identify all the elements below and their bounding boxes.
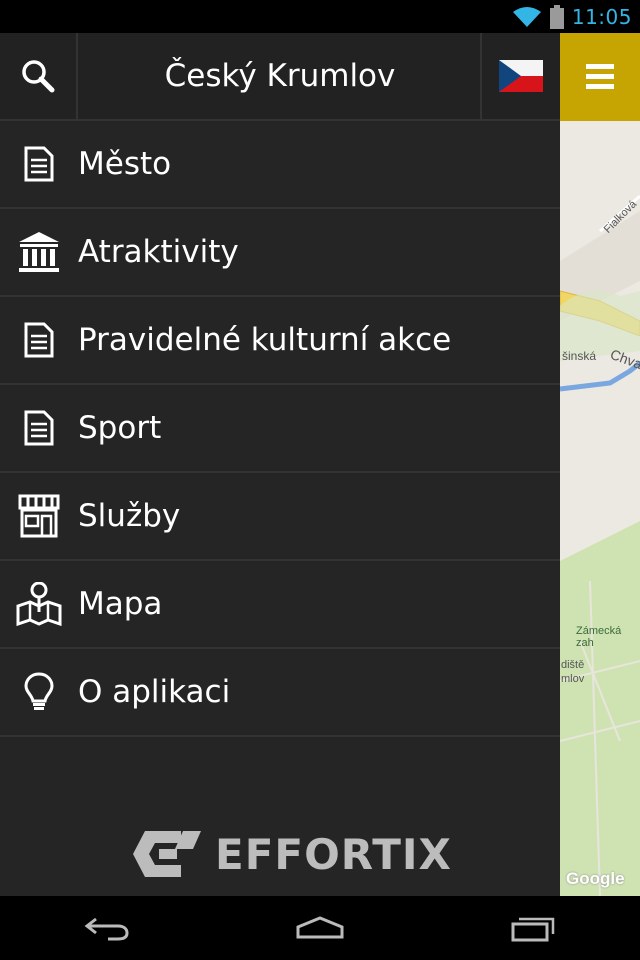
recent-apps-icon — [511, 917, 555, 942]
menu-item-kulturni-akce[interactable]: Pravidelné kulturní akce — [0, 297, 560, 385]
brand-name: EFFORTIX — [215, 829, 452, 879]
effortix-logo-icon — [133, 831, 201, 877]
system-nav-bar — [0, 896, 640, 960]
menu-item-label: Pravidelné kulturní akce — [78, 322, 452, 358]
brand-logo: EFFORTIX — [133, 829, 452, 879]
status-bar: 11:05 — [0, 0, 640, 33]
search-button[interactable] — [0, 33, 78, 119]
recent-apps-button[interactable] — [483, 896, 583, 960]
museum-icon — [0, 209, 78, 295]
map-label: Zámecká zah — [576, 625, 622, 649]
back-icon — [84, 917, 129, 941]
czech-flag-icon — [499, 60, 543, 92]
back-button[interactable] — [57, 896, 157, 960]
home-icon — [296, 916, 344, 939]
clock: 11:05 — [571, 4, 632, 29]
menu-item-sluzby[interactable]: Služby — [0, 473, 560, 561]
search-icon — [22, 60, 55, 93]
hamburger-menu-button[interactable] — [560, 33, 640, 121]
drawer-header: Český Krumlov — [0, 33, 560, 121]
menu-item-o-aplikaci[interactable]: O aplikaci — [0, 649, 560, 737]
menu-item-label: Sport — [78, 410, 162, 446]
map-label: šinská — [562, 349, 597, 363]
menu-item-sport[interactable]: Sport — [0, 385, 560, 473]
map-label: mlov — [561, 673, 585, 685]
wifi-icon — [512, 6, 541, 27]
lightbulb-icon — [0, 649, 78, 735]
language-button[interactable] — [480, 33, 560, 119]
menu-item-label: Služby — [78, 498, 181, 534]
navigation-drawer: Český Krumlov Město Atraktivity Pravidel… — [0, 33, 560, 896]
document-icon — [0, 297, 78, 383]
page-title: Český Krumlov — [164, 58, 396, 94]
menu-item-mesto[interactable]: Město — [0, 121, 560, 209]
menu-list: Město Atraktivity Pravidelné kulturní ak… — [0, 121, 560, 737]
menu-item-label: Město — [78, 146, 172, 182]
menu-item-label: O aplikaci — [78, 674, 231, 710]
google-attribution: Google — [566, 869, 625, 888]
document-icon — [0, 385, 78, 471]
menu-item-label: Atraktivity — [78, 234, 239, 270]
home-button[interactable] — [270, 896, 370, 960]
document-icon — [0, 121, 78, 207]
map-pin-icon — [0, 561, 78, 647]
map-label: diště — [561, 659, 585, 671]
shop-icon — [0, 473, 78, 559]
battery-icon — [549, 4, 564, 29]
hamburger-icon — [586, 64, 614, 89]
menu-item-atraktivity[interactable]: Atraktivity — [0, 209, 560, 297]
menu-item-mapa[interactable]: Mapa — [0, 561, 560, 649]
menu-item-label: Mapa — [78, 586, 163, 622]
